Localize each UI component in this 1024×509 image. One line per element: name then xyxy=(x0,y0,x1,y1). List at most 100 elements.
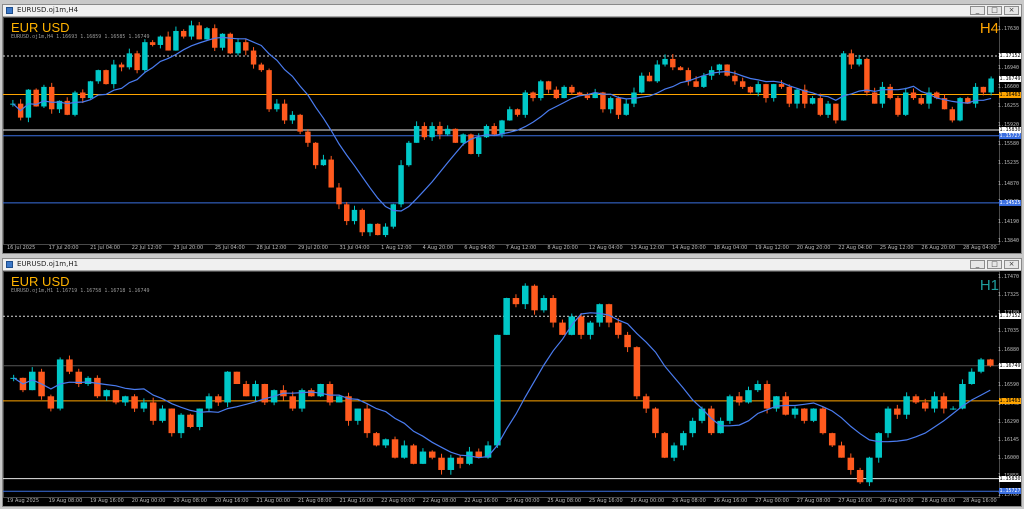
candle-body xyxy=(401,445,408,458)
h1-chart-window: EURUSD.oj1m,H1 _ □ × EUR USD EURUSD.oj1m… xyxy=(2,258,1022,507)
candle-body xyxy=(553,89,560,99)
candle-body xyxy=(305,131,311,143)
price-marker-label: 1.16749 xyxy=(999,75,1021,82)
candle-body xyxy=(159,408,166,421)
candle-body xyxy=(188,25,195,37)
time-tick-label: 21 Aug 16:00 xyxy=(339,498,374,504)
candle-body xyxy=(987,359,994,366)
h1-chart-area[interactable]: EUR USD EURUSD.oj1m,H1 1.16719 1.16758 1… xyxy=(3,271,1021,506)
candle-body xyxy=(833,103,839,121)
candle-body xyxy=(512,298,520,305)
minimize-button[interactable]: _ xyxy=(970,6,985,15)
price-tick-label: 1.16000 xyxy=(997,454,1019,461)
candle-body xyxy=(771,84,777,99)
candle-body xyxy=(224,371,231,403)
time-tick-label: 28 Aug 04:00 xyxy=(963,245,997,251)
candle-body xyxy=(390,204,397,227)
candle-body xyxy=(373,433,380,446)
time-tick-label: 12 Aug 04:00 xyxy=(588,245,623,251)
candle-body xyxy=(258,64,265,71)
candle-body xyxy=(864,58,870,93)
candle-body xyxy=(326,384,334,403)
price-tick-label: 1.16590 xyxy=(997,382,1019,389)
candle-body xyxy=(670,445,678,458)
candle-body xyxy=(875,433,882,458)
candle-body xyxy=(452,128,459,143)
h4-chart-area[interactable]: EUR USD EURUSD.oj1m,H4 1.16693 1.16859 1… xyxy=(3,17,1021,253)
candle-body xyxy=(131,396,138,409)
time-tick-label: 29 Jul 20:00 xyxy=(297,245,328,251)
candle-body xyxy=(94,377,101,397)
minimize-button[interactable]: _ xyxy=(970,260,985,269)
time-tick-label: 14 Aug 20:00 xyxy=(672,245,706,251)
candle-body xyxy=(540,298,548,311)
candle-body xyxy=(605,304,613,323)
candle-body xyxy=(359,209,365,233)
maximize-button[interactable]: □ xyxy=(987,6,1002,15)
candle-body xyxy=(584,95,591,99)
close-button[interactable]: × xyxy=(1004,260,1019,269)
candle-body xyxy=(794,89,800,104)
price-tick-label: 1.17325 xyxy=(997,291,1019,298)
h1-symbol-label: EUR USD xyxy=(11,274,70,289)
candle-body xyxy=(72,92,78,115)
h4-symbol-label: EUR USD xyxy=(11,20,70,35)
candle-body xyxy=(521,285,529,305)
candle-body xyxy=(828,433,836,446)
candle-body xyxy=(165,36,171,51)
candle-body xyxy=(103,70,109,85)
candle-body xyxy=(187,414,194,427)
candle-body xyxy=(615,322,622,335)
time-tick-label: 21 Aug 08:00 xyxy=(297,498,332,504)
candle-body xyxy=(514,109,521,115)
candle-body xyxy=(615,98,622,115)
h4-price-scale[interactable]: 1.176301.171551.169401.166001.162551.159… xyxy=(997,17,1021,245)
h1-window-titlebar[interactable]: EURUSD.oj1m,H1 _ □ × xyxy=(3,259,1021,271)
maximize-button[interactable]: □ xyxy=(987,260,1002,269)
candle-body xyxy=(654,64,660,82)
h1-price-scale[interactable]: 1.174701.173251.171801.170351.168801.167… xyxy=(997,271,1021,498)
candle-body xyxy=(149,402,157,421)
candle-body xyxy=(576,92,583,96)
candle-body xyxy=(817,98,824,115)
candle-body xyxy=(538,81,544,99)
h1-candlestick-chart[interactable] xyxy=(3,271,1021,506)
candle-body xyxy=(661,433,669,458)
price-marker-label: 1.17152 xyxy=(999,313,1021,320)
candle-body xyxy=(173,30,179,51)
candle-body xyxy=(494,334,501,446)
candle-body xyxy=(747,86,754,93)
time-tick-label: 18 Aug 04:00 xyxy=(713,245,748,251)
h4-time-scale[interactable]: 16 Jul 2025 17 Jul 20:00 21 Jul 04:00 22 Ju… xyxy=(3,244,999,253)
close-button[interactable]: × xyxy=(1004,6,1019,15)
time-tick-label: 25 Aug 12:00 xyxy=(879,245,914,251)
candle-body xyxy=(204,28,210,40)
candle-body xyxy=(406,142,412,166)
candle-body xyxy=(351,209,358,222)
candle-body xyxy=(398,165,404,205)
candle-body xyxy=(149,42,156,45)
candle-body xyxy=(41,86,47,107)
candle-body xyxy=(957,98,963,121)
price-tick-label: 1.13840 xyxy=(997,238,1019,245)
candle-body xyxy=(840,53,847,121)
time-tick-label: 28 Aug 08:00 xyxy=(921,498,956,504)
candle-body xyxy=(66,359,73,372)
candle-body xyxy=(503,298,510,335)
chart-window-icon xyxy=(6,7,13,14)
price-marker-label: 1.15830 xyxy=(999,475,1021,482)
candle-body xyxy=(317,384,324,397)
candle-body xyxy=(157,36,164,45)
candle-body xyxy=(103,390,110,397)
time-tick-label: 16 Jul 2025 xyxy=(7,245,36,251)
h1-time-scale[interactable]: 19 Aug 2025 19 Aug 08:00 19 Aug 16:00 20 Au… xyxy=(3,497,999,506)
candle-body xyxy=(410,445,417,464)
time-tick-label: 8 Aug 20:00 xyxy=(547,245,578,251)
candle-body xyxy=(623,103,629,115)
h4-window-titlebar[interactable]: EURUSD.oj1m,H4 _ □ × xyxy=(3,5,1021,17)
time-tick-label: 13 Aug 12:00 xyxy=(630,245,665,251)
h4-candlestick-chart[interactable] xyxy=(3,17,1021,253)
h1-timeframe-label: H1 xyxy=(979,277,999,294)
candle-body xyxy=(587,322,594,335)
candle-body xyxy=(112,390,120,403)
